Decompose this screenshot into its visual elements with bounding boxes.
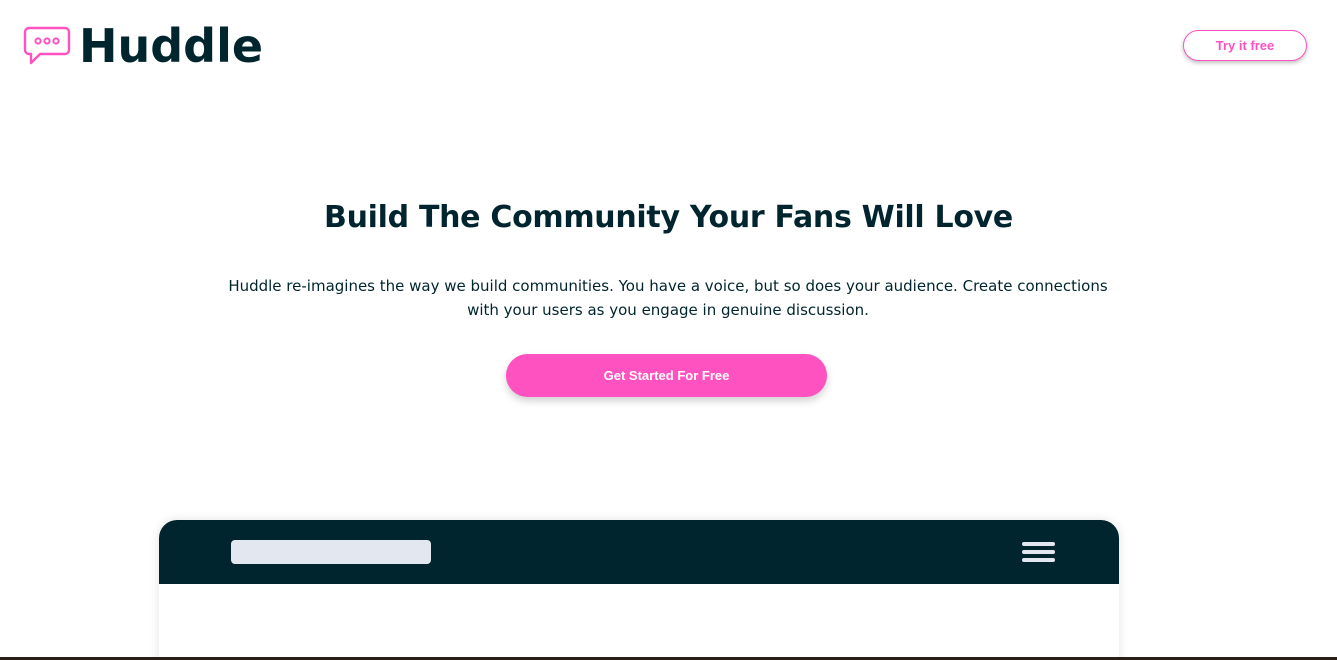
hero-title: Build The Community Your Fans Will Love	[324, 200, 1013, 235]
site-header: Huddle Try it free	[0, 0, 1337, 95]
brand-logo[interactable]: Huddle	[23, 20, 263, 72]
hamburger-menu-icon	[1022, 542, 1055, 562]
hero-description: Huddle re-imagines the way we build comm…	[228, 277, 1108, 319]
mockup-top-bar	[159, 520, 1119, 584]
try-it-free-button[interactable]: Try it free	[1183, 30, 1307, 61]
get-started-button[interactable]: Get Started For Free	[506, 354, 827, 397]
mockup-search-placeholder	[231, 540, 431, 564]
app-mockup-illustration	[159, 520, 1119, 660]
chat-bubble-icon	[23, 26, 71, 65]
landing-page: Huddle Try it free Build The Community Y…	[0, 0, 1337, 660]
brand-name: Huddle	[79, 19, 264, 73]
